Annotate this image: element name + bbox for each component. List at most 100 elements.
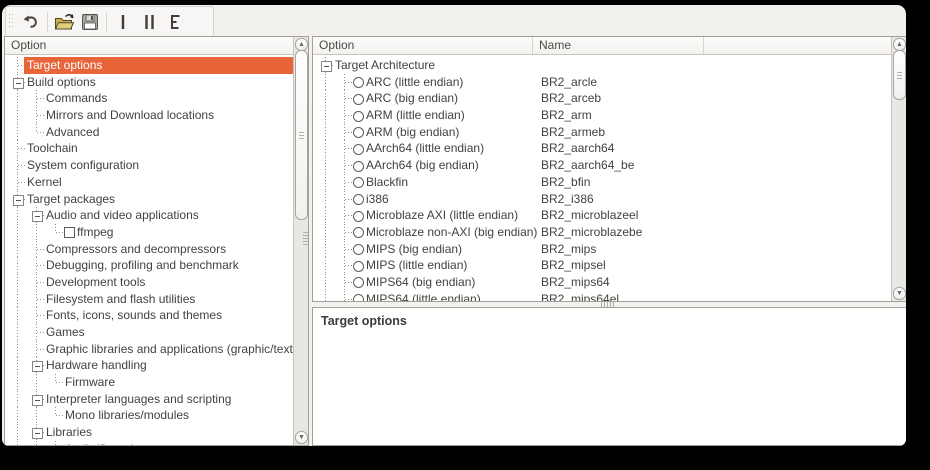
- scroll-down-icon[interactable]: ▼: [893, 287, 906, 300]
- radio-icon[interactable]: [353, 211, 364, 222]
- expander-minus-icon[interactable]: [13, 78, 24, 89]
- radio-icon[interactable]: [353, 244, 364, 255]
- radio-icon[interactable]: [353, 227, 364, 238]
- tree-row[interactable]: Filesystem and flash utilities: [5, 291, 294, 308]
- right-column-header: Option Name: [313, 37, 906, 55]
- radio-icon[interactable]: [353, 127, 364, 138]
- scroll-down-icon[interactable]: ▼: [295, 431, 308, 444]
- option-column-header[interactable]: Option: [313, 37, 533, 54]
- tree-row[interactable]: Fonts, icons, sounds and themes: [5, 307, 294, 324]
- tree-row[interactable]: BlackfinBR2_bfin: [313, 174, 892, 191]
- toolbar-separator: [47, 12, 48, 32]
- tree-row[interactable]: ARM (big endian)BR2_armeb: [313, 124, 892, 141]
- tree-guide: [36, 407, 37, 424]
- tree-row[interactable]: i386BR2_i386: [313, 191, 892, 208]
- save-button[interactable]: [77, 9, 103, 35]
- radio-icon[interactable]: [353, 94, 364, 105]
- tree-row[interactable]: Libraries: [5, 424, 294, 441]
- radio-icon[interactable]: [353, 161, 364, 172]
- radio-icon[interactable]: [353, 261, 364, 272]
- right-vertical-scrollbar[interactable]: ▲ ▼: [891, 37, 906, 301]
- save-icon: [80, 12, 100, 32]
- tree-item-label: Interpreter languages and scripting: [46, 391, 231, 408]
- toolbar-drag-handle[interactable]: [9, 14, 14, 30]
- tree-row[interactable]: Firmware: [5, 374, 294, 391]
- tree-guide: [17, 307, 18, 324]
- radio-icon[interactable]: [353, 77, 364, 88]
- checkbox-icon[interactable]: [64, 227, 75, 238]
- tree-row[interactable]: MIPS (big endian)BR2_mips: [313, 241, 892, 258]
- tree-row[interactable]: ARM (little endian)BR2_arm: [313, 107, 892, 124]
- tree-row[interactable]: Build options: [5, 74, 294, 91]
- tree-row[interactable]: Microblaze AXI (little endian)BR2_microb…: [313, 207, 892, 224]
- scrollbar-thumb[interactable]: [893, 50, 906, 100]
- radio-icon[interactable]: [353, 177, 364, 188]
- tree-row[interactable]: Mono libraries/modules: [5, 407, 294, 424]
- expander-minus-icon[interactable]: [13, 195, 24, 206]
- tree-guide: [325, 140, 326, 157]
- tree-row[interactable]: Audio and video applications: [5, 207, 294, 224]
- config-symbol: BR2_mips64: [541, 274, 610, 291]
- single-view-button[interactable]: [110, 9, 136, 35]
- tree-row[interactable]: AArch64 (little endian)BR2_aarch64: [313, 140, 892, 157]
- tree-row[interactable]: Microblaze non-AXI (big endian)BR2_micro…: [313, 224, 892, 241]
- tree-row[interactable]: MIPS64 (big endian)BR2_mips64: [313, 274, 892, 291]
- tree-row[interactable]: ARC (little endian)BR2_arcle: [313, 74, 892, 91]
- tree-guide: [17, 357, 18, 374]
- option-column-header[interactable]: Option: [5, 37, 294, 54]
- toolbar: [5, 6, 214, 37]
- tree-row[interactable]: MIPS64 (little endian)BR2_mips64el: [313, 291, 892, 301]
- radio-icon[interactable]: [353, 144, 364, 155]
- expander-minus-icon[interactable]: [32, 361, 43, 372]
- tree-row[interactable]: Games: [5, 324, 294, 341]
- tree-row[interactable]: System configuration: [5, 157, 294, 174]
- tree-row[interactable]: Kernel: [5, 174, 294, 191]
- tree-row[interactable]: Development tools: [5, 274, 294, 291]
- tree-row[interactable]: Toolchain: [5, 140, 294, 157]
- tree-row[interactable]: ffmpeg: [5, 224, 294, 241]
- tree-item-label: MIPS (little endian): [366, 257, 467, 274]
- config-symbol: BR2_armeb: [541, 124, 605, 141]
- name-column-header[interactable]: Name: [533, 37, 704, 54]
- radio-icon[interactable]: [353, 111, 364, 122]
- tree-row[interactable]: Target Architecture: [313, 57, 892, 74]
- expander-minus-icon[interactable]: [32, 395, 43, 406]
- split-view-button[interactable]: [136, 9, 162, 35]
- tree-row[interactable]: Audio/Sound: [5, 441, 294, 445]
- tree-row[interactable]: Advanced: [5, 124, 294, 141]
- tree-item-label: i386: [366, 191, 389, 208]
- tree-row[interactable]: ARC (big endian)BR2_arceb: [313, 90, 892, 107]
- expander-minus-icon[interactable]: [321, 61, 332, 72]
- tree-item-label: Development tools: [46, 274, 145, 291]
- toolbar-separator: [106, 12, 107, 32]
- undo-button[interactable]: [18, 9, 44, 35]
- left-column-header[interactable]: Option: [5, 37, 308, 55]
- tree-row[interactable]: Compressors and decompressors: [5, 241, 294, 258]
- tree-row[interactable]: Commands: [5, 90, 294, 107]
- tree-row[interactable]: Mirrors and Download locations: [5, 107, 294, 124]
- expander-minus-icon[interactable]: [32, 211, 43, 222]
- tree-row[interactable]: AArch64 (big endian)BR2_aarch64_be: [313, 157, 892, 174]
- help-title: Target options: [313, 308, 906, 334]
- tree-row[interactable]: Debugging, profiling and benchmark: [5, 257, 294, 274]
- extra-column-header[interactable]: [704, 37, 892, 54]
- tree-row[interactable]: Graphic libraries and applications (grap…: [5, 341, 294, 358]
- radio-icon[interactable]: [353, 294, 364, 301]
- tree-item-label: Commands: [46, 90, 107, 107]
- open-file-button[interactable]: [51, 9, 77, 35]
- tree-guide: [37, 249, 46, 250]
- tree-item-label: ARC (little endian): [366, 74, 463, 91]
- tree-row[interactable]: Hardware handling: [5, 357, 294, 374]
- scrollbar-thumb[interactable]: [295, 50, 308, 220]
- tree-guide: [55, 441, 56, 445]
- tree-guide: [17, 324, 18, 341]
- expander-minus-icon[interactable]: [32, 428, 43, 439]
- tree-item-label: Kernel: [27, 174, 62, 191]
- tree-row[interactable]: MIPS (little endian)BR2_mipsel: [313, 257, 892, 274]
- tree-row[interactable]: Target options: [5, 57, 294, 74]
- tree-row[interactable]: Interpreter languages and scripting: [5, 391, 294, 408]
- tree-row[interactable]: Target packages: [5, 191, 294, 208]
- radio-icon[interactable]: [353, 277, 364, 288]
- radio-icon[interactable]: [353, 194, 364, 205]
- full-view-button[interactable]: [162, 9, 188, 35]
